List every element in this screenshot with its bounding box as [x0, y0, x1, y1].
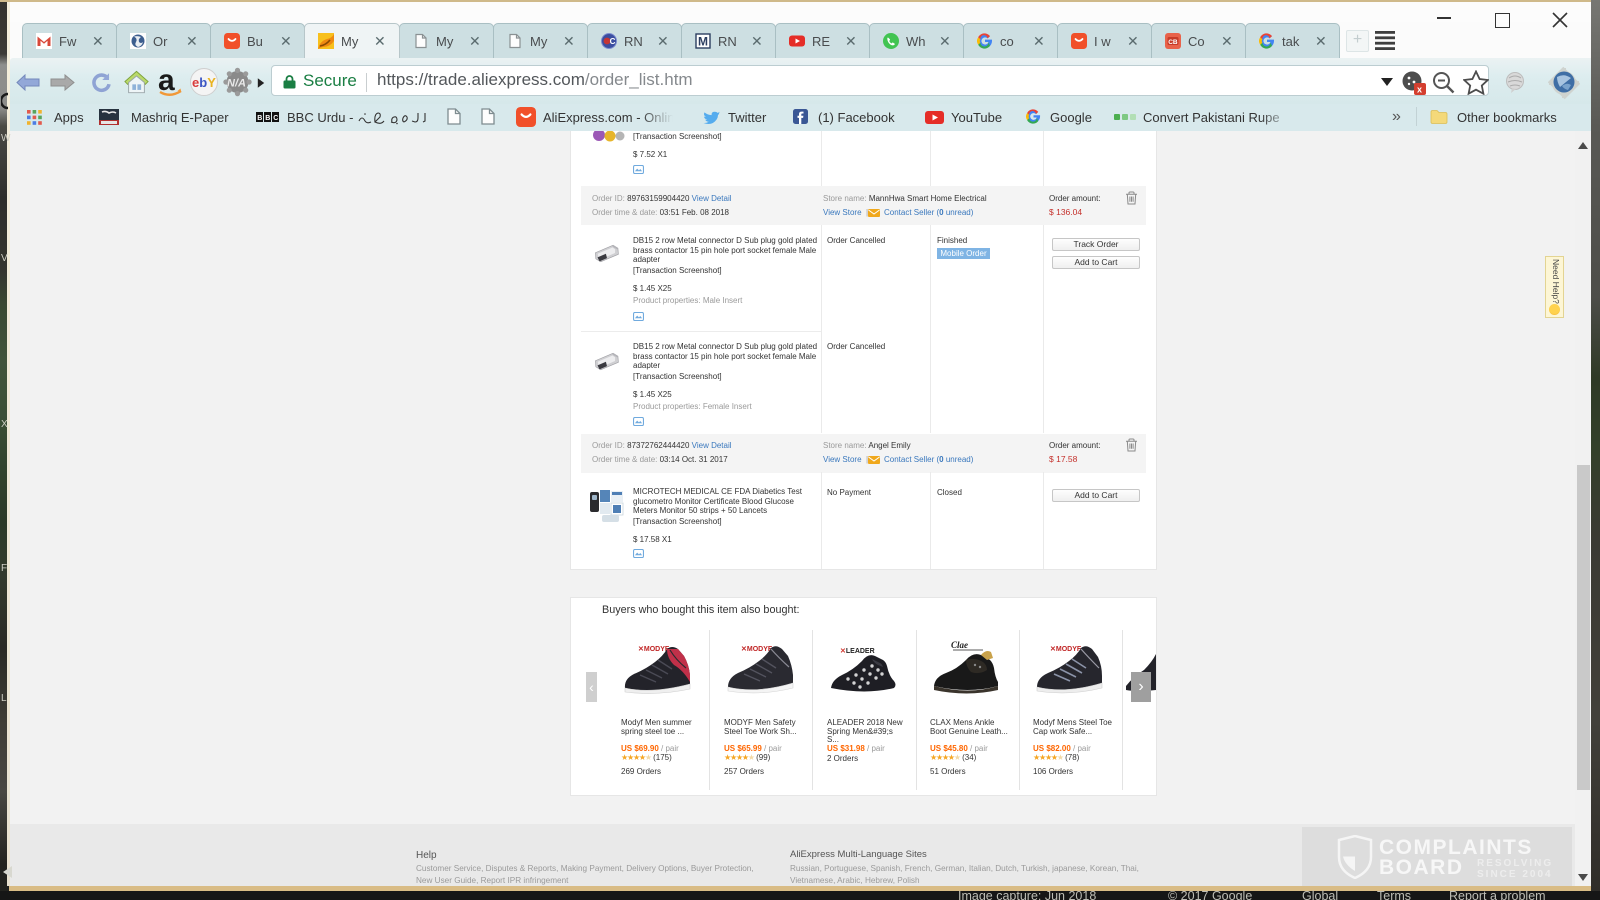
svg-text:C: C	[610, 37, 616, 46]
svg-text:✕MODYF: ✕MODYF	[638, 646, 670, 653]
svg-text:ebY: ebY	[192, 75, 216, 90]
svg-text:B: B	[265, 115, 270, 122]
svg-text:✕MODYF: ✕MODYF	[741, 646, 773, 653]
svg-text:✕MODYF: ✕MODYF	[1050, 646, 1082, 653]
svg-text:✕LEADER: ✕LEADER	[840, 648, 875, 655]
svg-text:C: C	[273, 115, 278, 122]
svg-text:CB: CB	[1168, 39, 1178, 46]
svg-text:M: M	[698, 35, 708, 49]
svg-text:x: x	[1417, 85, 1422, 95]
svg-text:B: B	[257, 115, 262, 122]
svg-text:N/A: N/A	[227, 78, 246, 90]
svg-text:Clae: Clae	[951, 640, 968, 650]
